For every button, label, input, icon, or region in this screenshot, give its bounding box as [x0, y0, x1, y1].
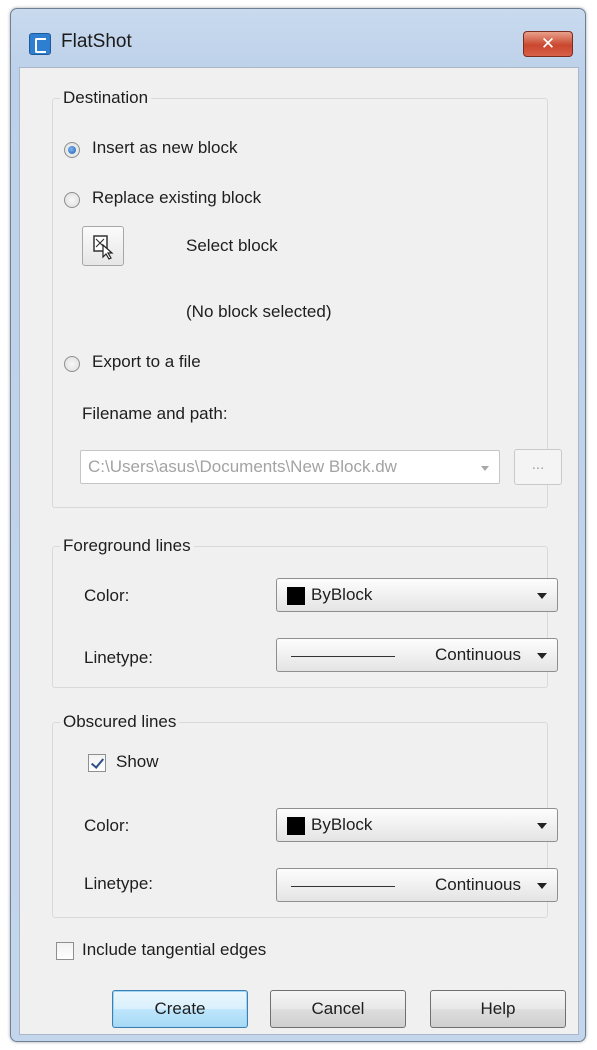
obscured-lines-label: Obscured lines [60, 712, 180, 732]
show-obscured-checkbox[interactable] [88, 754, 106, 772]
color-swatch [287, 587, 305, 605]
app-icon [29, 33, 51, 55]
chevron-down-icon [537, 823, 547, 829]
obscured-color-value: ByBlock [311, 815, 373, 834]
select-block-label: Select block [186, 236, 278, 255]
chevron-down-icon [537, 653, 547, 659]
foreground-linetype-select[interactable]: Continuous [276, 638, 558, 672]
replace-existing-block-radio[interactable] [64, 192, 80, 208]
chevron-down-icon [537, 883, 547, 889]
insert-new-block-label[interactable]: Insert as new block [92, 138, 238, 158]
obscured-linetype-label: Linetype: [84, 874, 153, 893]
filename-path-value: C:\Users\asus\Documents\New Block.dw [88, 457, 397, 476]
cancel-button[interactable]: Cancel [270, 990, 406, 1028]
destination-group-label: Destination [60, 88, 152, 108]
foreground-color-select[interactable]: ByBlock [276, 578, 558, 612]
insert-new-block-radio[interactable] [64, 142, 80, 158]
chevron-down-icon [481, 466, 489, 471]
replace-existing-block-label[interactable]: Replace existing block [92, 188, 261, 208]
linetype-preview [291, 886, 395, 887]
color-swatch [287, 817, 305, 835]
foreground-linetype-value: Continuous [434, 645, 521, 664]
select-block-button[interactable] [82, 226, 124, 266]
create-button[interactable]: Create [112, 990, 248, 1028]
export-to-file-radio[interactable] [64, 356, 80, 372]
linetype-preview [291, 656, 395, 657]
obscured-color-label: Color: [84, 816, 130, 835]
flatshot-dialog: FlatShot ✕ Destination Insert as new blo… [10, 8, 586, 1042]
obscured-linetype-value: Continuous [434, 875, 521, 894]
close-button[interactable]: ✕ [523, 31, 573, 57]
foreground-lines-label: Foreground lines [60, 536, 194, 556]
chevron-down-icon [537, 593, 547, 599]
window-title: FlatShot [61, 31, 132, 52]
obscured-color-select[interactable]: ByBlock [276, 808, 558, 842]
tangential-edges-checkbox[interactable] [56, 942, 74, 960]
foreground-linetype-label: Linetype: [84, 648, 153, 667]
title-bar[interactable]: FlatShot ✕ [11, 9, 585, 71]
select-block-icon [93, 235, 114, 260]
dialog-body: Destination Insert as new block Replace … [19, 67, 579, 1035]
block-status-text: (No block selected) [186, 302, 332, 321]
obscured-linetype-select[interactable]: Continuous [276, 868, 558, 902]
filename-label: Filename and path: [82, 404, 228, 423]
tangential-edges-label[interactable]: Include tangential edges [82, 940, 266, 960]
browse-button[interactable]: ... [514, 449, 562, 485]
export-to-file-label[interactable]: Export to a file [92, 352, 201, 372]
foreground-color-value: ByBlock [311, 585, 373, 604]
help-button[interactable]: Help [430, 990, 566, 1028]
filename-path-combo[interactable]: C:\Users\asus\Documents\New Block.dw [80, 450, 500, 484]
show-obscured-label[interactable]: Show [116, 752, 159, 772]
foreground-color-label: Color: [84, 586, 130, 605]
